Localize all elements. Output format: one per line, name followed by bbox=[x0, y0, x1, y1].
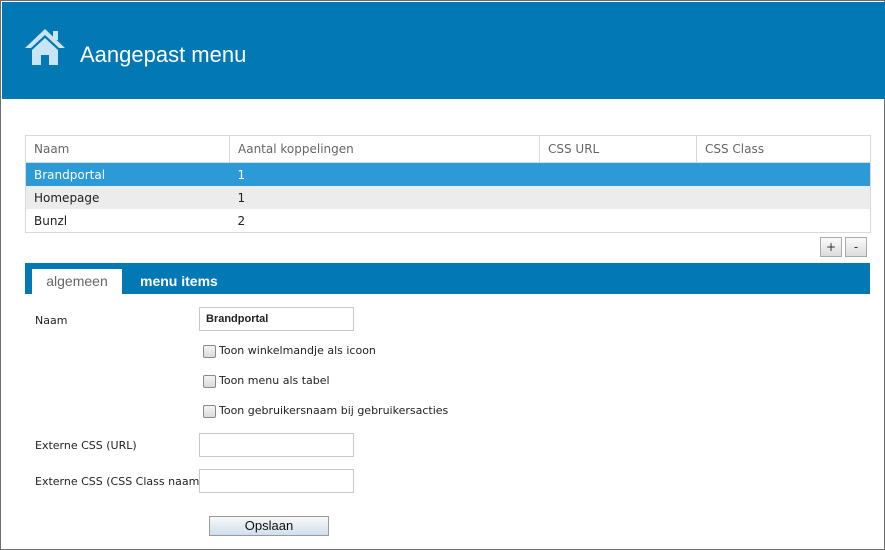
column-header-css-url[interactable]: CSS URL bbox=[539, 135, 697, 163]
tab-menu-items[interactable]: menu items bbox=[140, 269, 218, 294]
cell-css-url bbox=[539, 162, 697, 186]
cell-aantal-koppelingen: 1 bbox=[229, 186, 540, 209]
checkbox-label: Toon menu als tabel bbox=[219, 374, 330, 387]
column-header-css-class[interactable]: CSS Class bbox=[696, 135, 871, 163]
remove-row-button[interactable]: - bbox=[845, 237, 867, 257]
gebruikersnaam-checkbox[interactable] bbox=[203, 405, 216, 418]
checkbox-label: Toon winkelmandje als icoon bbox=[219, 344, 376, 357]
table-row[interactable]: Brandportal 1 bbox=[25, 162, 871, 186]
tab-bar: algemeen menu items bbox=[25, 263, 870, 294]
css-url-input[interactable] bbox=[199, 433, 354, 457]
name-input[interactable]: Brandportal bbox=[199, 307, 354, 331]
cell-naam: Homepage bbox=[25, 186, 230, 209]
css-class-label: Externe CSS (CSS Class naam) bbox=[35, 475, 204, 488]
cell-css-class bbox=[697, 209, 871, 233]
table-row[interactable]: Homepage 1 bbox=[25, 186, 871, 209]
column-header-naam[interactable]: Naam bbox=[25, 135, 230, 163]
menu-als-tabel-checkbox[interactable] bbox=[203, 375, 216, 388]
add-row-button[interactable]: + bbox=[820, 237, 842, 257]
checkbox-label: Toon gebruikersnaam bij gebruikersacties bbox=[219, 404, 449, 417]
css-url-label: Externe CSS (URL) bbox=[35, 439, 137, 452]
home-icon bbox=[25, 29, 65, 65]
cell-aantal-koppelingen: 1 bbox=[229, 162, 540, 186]
cell-naam: Bunzl bbox=[34, 213, 68, 228]
cell-aantal-koppelingen: 2 bbox=[237, 213, 246, 228]
cell-css-class bbox=[696, 186, 871, 209]
page-header: Aangepast menu bbox=[2, 2, 885, 99]
cell-css-url bbox=[540, 209, 697, 233]
css-class-input[interactable] bbox=[199, 469, 354, 493]
tab-algemeen[interactable]: algemeen bbox=[32, 269, 122, 294]
winkelmandje-icoon-checkbox[interactable] bbox=[203, 345, 216, 358]
app-window: Aangepast menu Naam Aantal koppelingen C… bbox=[0, 0, 885, 550]
save-button[interactable]: Opslaan bbox=[209, 516, 329, 536]
page-title: Aangepast menu bbox=[80, 42, 247, 67]
table-row[interactable]: Bunzl 2 bbox=[26, 209, 871, 233]
column-header-aantal-koppelingen[interactable]: Aantal koppelingen bbox=[229, 135, 540, 163]
cell-css-class bbox=[696, 162, 871, 186]
cell-naam: Brandportal bbox=[25, 162, 230, 186]
table-header-row: Naam Aantal koppelingen CSS URL CSS Clas… bbox=[25, 135, 871, 163]
cell-css-url bbox=[539, 186, 697, 209]
name-label: Naam bbox=[35, 314, 68, 327]
menu-table: Naam Aantal koppelingen CSS URL CSS Clas… bbox=[25, 135, 871, 233]
